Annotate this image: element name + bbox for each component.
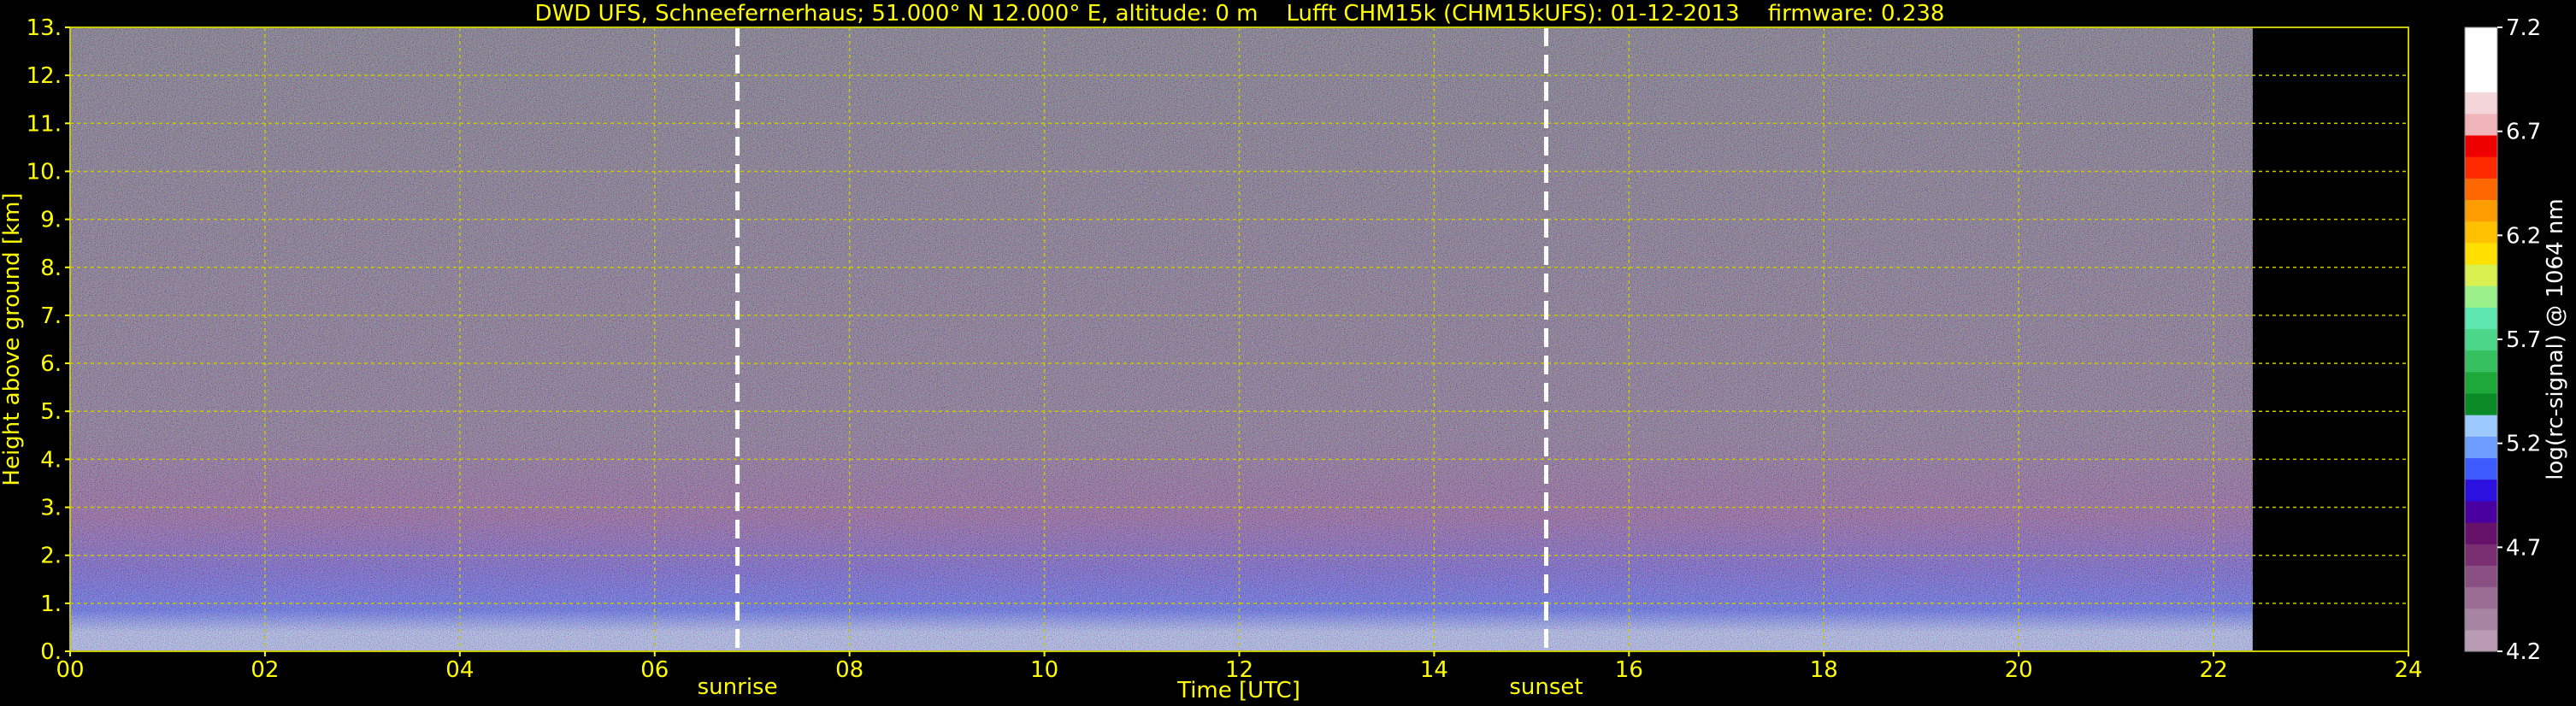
y-tick-label: 1. xyxy=(40,591,62,617)
colorbar-segment xyxy=(2465,586,2497,609)
colorbar-segment xyxy=(2465,500,2497,523)
y-tick-label: 13. xyxy=(27,15,62,41)
colorbar-segment xyxy=(2465,285,2497,308)
colorbar-tick-label: 7.2 xyxy=(2506,15,2541,41)
colorbar-segment xyxy=(2465,371,2497,394)
colorbar-segment xyxy=(2465,178,2497,200)
colorbar-segment xyxy=(2465,608,2497,631)
y-tick-label: 9. xyxy=(40,208,62,233)
y-tick-label: 6. xyxy=(40,351,62,377)
x-tick-label: 08 xyxy=(835,657,864,683)
y-tick-label: 8. xyxy=(40,256,62,281)
colorbar-tick-label: 6.2 xyxy=(2506,223,2541,249)
colorbar-segment xyxy=(2465,199,2497,222)
colorbar-segment xyxy=(2465,457,2497,480)
y-tick-label: 12. xyxy=(27,63,62,89)
colorbar-tick-label: 5.2 xyxy=(2506,432,2541,457)
colorbar-segment xyxy=(2465,49,2497,71)
colorbar-segment xyxy=(2465,70,2497,93)
y-tick-label: 10. xyxy=(27,159,62,185)
y-tick-label: 7. xyxy=(40,303,62,329)
colorbar-segment xyxy=(2465,307,2497,330)
x-tick-label: 22 xyxy=(2200,657,2228,683)
y-tick-label: 5. xyxy=(40,399,62,425)
colorbar-label: log(rc-signal) @ 1064 nm xyxy=(2543,198,2568,479)
colorbar-segment xyxy=(2465,242,2497,265)
x-tick-label: 10 xyxy=(1030,657,1058,683)
x-tick-label: 06 xyxy=(640,657,669,683)
y-tick-label: 2. xyxy=(40,544,62,569)
noise-texture xyxy=(70,27,2253,651)
x-tick-label: 04 xyxy=(445,657,474,683)
colorbar-segment xyxy=(2465,27,2497,50)
colorbar-segment xyxy=(2465,415,2497,437)
x-tick-label: 18 xyxy=(1810,657,1838,683)
colorbar-segment xyxy=(2465,134,2497,157)
plot-area xyxy=(70,27,2408,651)
x-tick-label: 24 xyxy=(2394,657,2422,683)
y-axis-label: Height above ground [km] xyxy=(0,192,25,485)
x-tick-label: 02 xyxy=(251,657,279,683)
x-tick-label: 16 xyxy=(1615,657,1643,683)
x-tick-label: 00 xyxy=(56,657,84,683)
colorbar-segment xyxy=(2465,91,2497,115)
colorbar-tick-label: 6.7 xyxy=(2506,120,2541,145)
event-label-sunrise: sunrise xyxy=(698,674,778,700)
x-axis-label: Time [UTC] xyxy=(1176,678,1300,703)
colorbar-segment xyxy=(2465,350,2497,373)
x-tick-label: 14 xyxy=(1420,657,1448,683)
colorbar-segment xyxy=(2465,221,2497,244)
colorbar-segment xyxy=(2465,544,2497,566)
colorbar-segment xyxy=(2465,479,2497,502)
colorbar-segment xyxy=(2465,436,2497,459)
chart-title: DWD UFS, Schneefernerhaus; 51.000° N 12.… xyxy=(535,1,1945,26)
ceilometer-figure: DWD UFS, Schneefernerhaus; 51.000° N 12.… xyxy=(0,0,2576,706)
colorbar-segment xyxy=(2465,392,2497,415)
colorbar-segment xyxy=(2465,521,2497,544)
y-tick-label: 4. xyxy=(40,447,62,473)
event-label-sunset: sunset xyxy=(1509,674,1583,700)
colorbar-segment xyxy=(2465,565,2497,588)
x-tick-label: 20 xyxy=(2005,657,2033,683)
colorbar-segment xyxy=(2465,263,2497,286)
colorbar-tick-label: 5.7 xyxy=(2506,327,2541,353)
colorbar-segment xyxy=(2465,156,2497,179)
y-tick-label: 11. xyxy=(27,111,62,137)
colorbar-segment xyxy=(2465,629,2497,652)
colorbar-tick-label: 4.7 xyxy=(2506,535,2541,561)
colorbar-tick-label: 4.2 xyxy=(2506,639,2541,665)
colorbar-segment xyxy=(2465,328,2497,351)
y-tick-label: 3. xyxy=(40,496,62,521)
colorbar-segment xyxy=(2465,113,2497,136)
